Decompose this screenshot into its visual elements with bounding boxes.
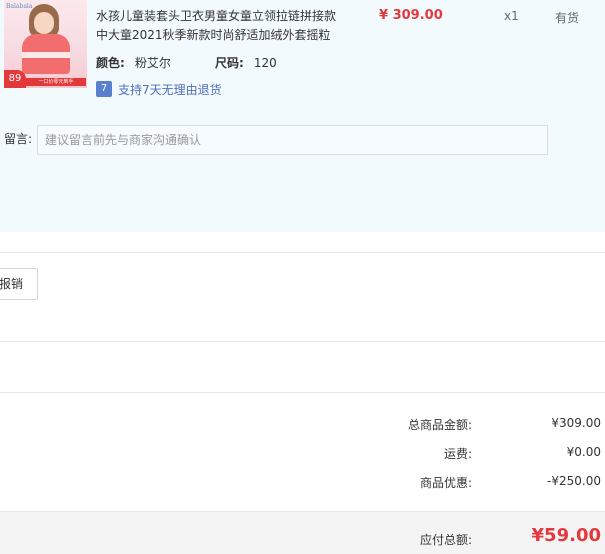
memo-input[interactable] xyxy=(37,125,548,155)
product-title-link[interactable]: 水孩儿童装套头卫衣男童女童立领拉链拼接款中大童2021秋季新款时尚舒适加绒外套摇… xyxy=(96,7,346,45)
payable-label: 应付总额: xyxy=(419,533,472,547)
discount-row: 商品优惠: -¥250.00 xyxy=(0,474,605,492)
section-divider xyxy=(0,252,605,253)
invoice-button[interactable]: 报销 xyxy=(0,268,38,300)
payable-total-bar: 应付总额: ¥59.00 xyxy=(0,511,605,554)
memo-label: 留言: xyxy=(4,132,33,146)
product-color-attr: 颜色: 粉艾尔 xyxy=(96,54,171,71)
shipping-row: 运费: ¥0.00 xyxy=(0,445,605,463)
discount-label: 商品优惠: xyxy=(419,476,472,490)
section-divider xyxy=(0,341,605,342)
section-divider xyxy=(0,392,605,393)
color-label: 颜色: xyxy=(96,56,125,70)
size-label: 尺码: xyxy=(215,56,244,70)
return-policy-text: 支持7天无理由退货 xyxy=(118,82,222,97)
goods-total-label: 总商品金额: xyxy=(407,418,472,432)
payable-value: ¥59.00 xyxy=(531,525,601,546)
stock-status: 有货 xyxy=(555,11,580,25)
size-value: 120 xyxy=(253,56,277,70)
goods-total-row: 总商品金额: ¥309.00 xyxy=(0,416,605,434)
order-item-panel: Balabala 一口价零元到手 89 水孩儿童装套头卫衣男童女童立领拉链拼接款… xyxy=(0,0,605,232)
goods-total-value: ¥309.00 xyxy=(551,416,601,430)
color-value: 粉艾尔 xyxy=(134,56,171,70)
product-quantity: x1 xyxy=(504,9,519,23)
shipping-value: ¥0.00 xyxy=(566,445,601,459)
thumbnail-promo-ribbon: 一口价零元到手 xyxy=(26,78,86,86)
thumbnail-brand-logo: Balabala xyxy=(6,3,33,10)
discount-value: -¥250.00 xyxy=(547,474,601,488)
product-price: ¥ 309.00 xyxy=(379,8,443,23)
return-policy[interactable]: 7 支持7天无理由退货 xyxy=(96,80,222,98)
product-size-attr: 尺码: 120 xyxy=(215,54,277,71)
product-thumbnail[interactable]: Balabala 一口价零元到手 89 xyxy=(4,0,87,88)
thumbnail-price-badge: 89 xyxy=(4,70,26,88)
return-policy-icon: 7 xyxy=(96,81,112,97)
shipping-label: 运费: xyxy=(443,447,472,461)
